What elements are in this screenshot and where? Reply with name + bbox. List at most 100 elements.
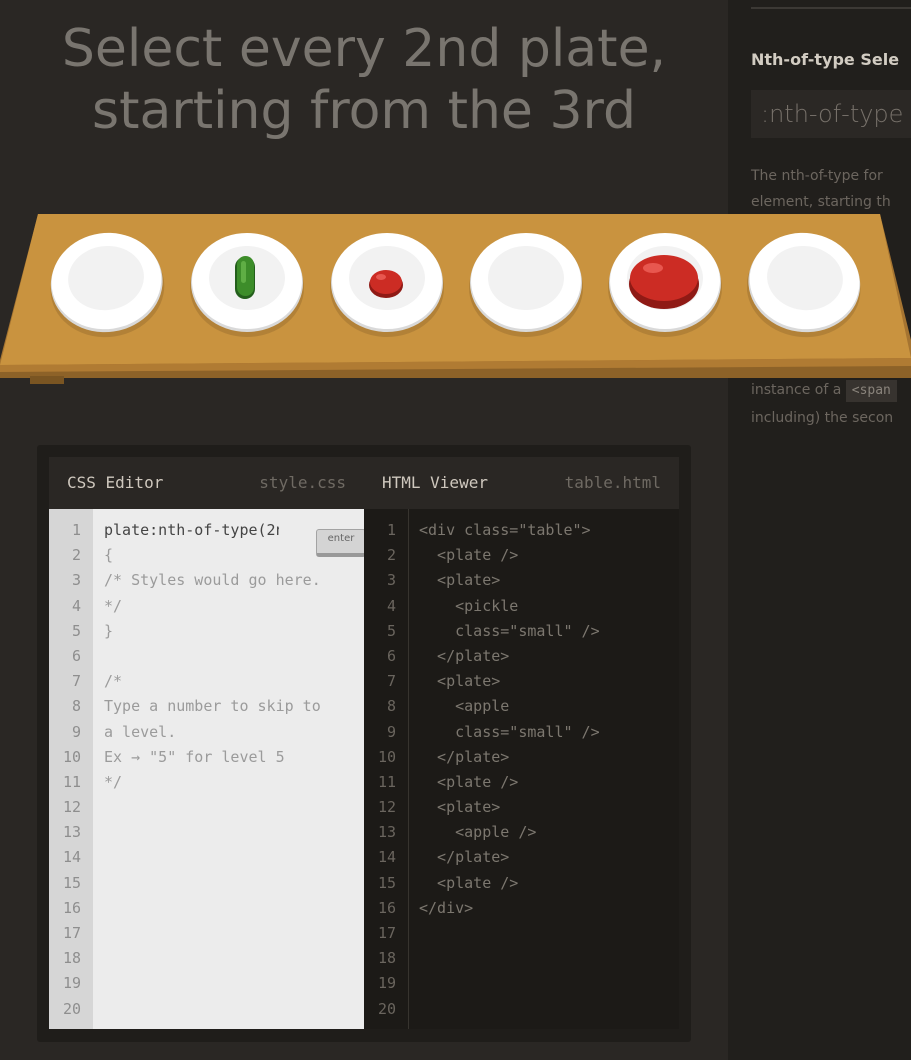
description-line: The nth-of-type for xyxy=(751,168,883,184)
css-line-numbers: 1 2 3 4 5 6 7 8 9 10 11 12 13 14 15 16 17 18 19 20 xyxy=(49,509,93,1029)
plate xyxy=(469,228,587,338)
line-number: 19 xyxy=(377,974,396,993)
example-line: including) the secon xyxy=(751,410,894,426)
line-number: 2 xyxy=(386,546,396,565)
css-code-area[interactable]: plate:nth-of-type(2n{/* Styles would go … xyxy=(93,509,364,1029)
dining-table xyxy=(0,200,911,400)
css-editor: CSS Editor style.css 1 2 3 4 5 6 7 8 9 10 11 12 13 14… xyxy=(49,457,366,1029)
line-number: 5 xyxy=(71,621,81,640)
code-line: } xyxy=(104,621,114,640)
html-viewer-header: HTML Viewer table.html xyxy=(364,457,679,509)
sidebar: Nth-of-type Sele :nth-of-type The nth-of… xyxy=(728,0,911,1060)
code-line: </div> xyxy=(419,898,474,917)
code-line: */ xyxy=(104,772,123,791)
code-line: </plate> xyxy=(419,747,510,766)
level-instruction: Select every 2nd plate, starting from th… xyxy=(0,18,728,142)
pickle xyxy=(235,256,255,299)
line-number: 3 xyxy=(386,571,396,590)
code-line: /* Styles would go here. xyxy=(104,571,321,590)
html-line-numbers: 1 2 3 4 5 6 7 8 9 10 11 12 13 14 15 16 17 18 19 20 xyxy=(364,509,409,1029)
css-editor-title: CSS Editor xyxy=(67,473,164,492)
code-line: <plate /> xyxy=(419,546,519,565)
line-number: 14 xyxy=(377,848,396,867)
code-line: a level. xyxy=(104,722,177,741)
line-number: 10 xyxy=(62,747,81,766)
selector-name: Nth-of-type Sele xyxy=(751,50,900,69)
line-number: 12 xyxy=(62,798,81,817)
css-selector-input[interactable]: plate:nth-of-type(2n xyxy=(93,521,279,546)
line-number: 20 xyxy=(62,999,81,1018)
line-number: 7 xyxy=(71,672,81,691)
code-line: <div class="table"> xyxy=(419,521,591,539)
line-number: 9 xyxy=(386,722,396,741)
sidebar-divider xyxy=(751,7,911,9)
line-number: 11 xyxy=(62,772,81,791)
code-line: Type a number to skip to xyxy=(104,697,321,716)
code-line: */ xyxy=(104,596,123,615)
syntax-box: :nth-of-type xyxy=(751,90,911,138)
line-number: 8 xyxy=(386,697,396,716)
line-number: 1 xyxy=(386,521,396,539)
line-number: 12 xyxy=(377,798,396,817)
line-number: 2 xyxy=(71,546,81,565)
html-viewer: HTML Viewer table.html 1 2 3 4 5 6 7 8 9 10 11 12 13… xyxy=(364,457,679,1029)
line-number: 17 xyxy=(377,924,396,942)
code-line: <plate> xyxy=(419,672,501,691)
line-number: 17 xyxy=(62,924,81,942)
line-number: 14 xyxy=(62,848,81,867)
plate xyxy=(608,228,726,338)
line-number: 4 xyxy=(386,596,396,615)
selector-syntax: :nth-of-type xyxy=(761,100,904,128)
code-line: <plate /> xyxy=(419,772,519,791)
line-number: 13 xyxy=(62,823,81,842)
code-line: <pickle xyxy=(419,596,519,615)
instruction-line-2: starting from the 3rd xyxy=(91,81,637,141)
plate xyxy=(330,228,448,338)
line-number: 3 xyxy=(71,571,81,590)
code-line: </plate> xyxy=(419,848,510,867)
editor-panel: CSS Editor style.css 1 2 3 4 5 6 7 8 9 10 11 12 13 14… xyxy=(37,445,691,1042)
code-line: <apple xyxy=(419,697,510,716)
apple xyxy=(629,255,699,309)
line-number: 7 xyxy=(386,672,396,691)
line-number: 4 xyxy=(71,596,81,615)
css-editor-header: CSS Editor style.css xyxy=(49,457,364,509)
code-line: </plate> xyxy=(419,646,510,665)
line-number: 15 xyxy=(377,873,396,892)
html-viewer-filename: table.html xyxy=(564,473,661,492)
code-line: <plate> xyxy=(419,571,501,590)
enter-button[interactable]: enter xyxy=(316,529,366,557)
line-number: 18 xyxy=(62,949,81,968)
html-code-area: <div class="table"> <plate /> <plate> <p… xyxy=(409,509,679,1029)
line-number: 19 xyxy=(62,974,81,993)
line-number: 6 xyxy=(386,646,396,665)
line-number: 10 xyxy=(377,747,396,766)
css-editor-filename: style.css xyxy=(259,473,346,492)
line-number: 11 xyxy=(377,772,396,791)
line-number: 18 xyxy=(377,949,396,968)
line-number: 1 xyxy=(71,521,81,539)
plate xyxy=(747,228,865,338)
apple xyxy=(369,270,403,298)
code-line: class="small" /> xyxy=(419,722,600,741)
line-number: 13 xyxy=(377,823,396,842)
line-number: 5 xyxy=(386,621,396,640)
plate xyxy=(190,228,308,338)
line-number: 9 xyxy=(71,722,81,741)
line-number: 15 xyxy=(62,873,81,892)
code-line: <plate> xyxy=(419,798,501,817)
instruction-line-1: Select every 2nd plate, xyxy=(61,19,667,79)
code-line: <apple /> xyxy=(419,823,537,842)
line-number: 8 xyxy=(71,697,81,716)
line-number: 20 xyxy=(377,999,396,1018)
line-number: 16 xyxy=(377,898,396,917)
code-line: class="small" /> xyxy=(419,621,600,640)
code-line: Ex → "5" for level 5 xyxy=(104,747,285,766)
plate xyxy=(50,228,168,338)
html-viewer-title: HTML Viewer xyxy=(382,473,488,492)
code-line: /* xyxy=(104,672,123,691)
code-line: <plate /> xyxy=(419,873,519,892)
line-number: 6 xyxy=(71,646,81,665)
line-number: 16 xyxy=(62,898,81,917)
